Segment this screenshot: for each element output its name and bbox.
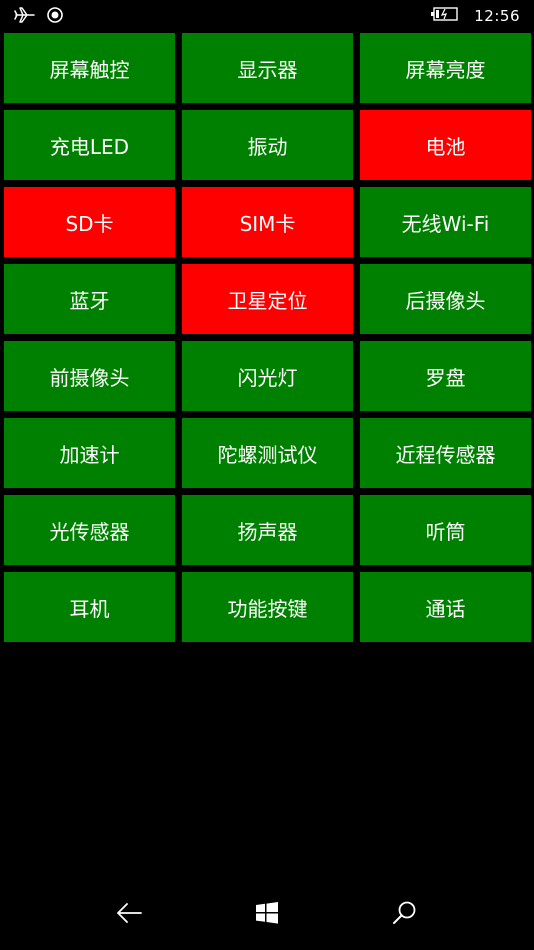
tile-battery[interactable]: 电池 [360, 110, 531, 180]
test-grid: 屏幕触控 显示器 屏幕亮度 充电LED 振动 电池 SD卡 SIM卡 无线Wi-… [4, 33, 532, 642]
tile-sd-card[interactable]: SD卡 [4, 187, 175, 257]
back-icon [115, 901, 143, 929]
tile-speaker[interactable]: 扬声器 [182, 495, 353, 565]
status-left-icons [14, 6, 64, 28]
status-bar: 12:56 [0, 0, 534, 30]
tile-display[interactable]: 显示器 [182, 33, 353, 103]
tile-screen-brightness[interactable]: 屏幕亮度 [360, 33, 531, 103]
tile-proximity-sensor[interactable]: 近程传感器 [360, 418, 531, 488]
tile-function-keys[interactable]: 功能按键 [182, 572, 353, 642]
tile-headphones[interactable]: 耳机 [4, 572, 175, 642]
navigation-bar [0, 890, 534, 950]
windows-start-icon [255, 901, 279, 929]
tile-light-sensor[interactable]: 光传感器 [4, 495, 175, 565]
status-right: 12:56 [430, 5, 520, 27]
tile-rear-camera[interactable]: 后摄像头 [360, 264, 531, 334]
back-button[interactable] [104, 895, 154, 935]
location-icon [46, 6, 64, 28]
tile-gps[interactable]: 卫星定位 [182, 264, 353, 334]
tile-compass[interactable]: 罗盘 [360, 341, 531, 411]
battery-charging-icon [430, 5, 460, 27]
search-icon [392, 900, 418, 930]
tile-bluetooth[interactable]: 蓝牙 [4, 264, 175, 334]
status-time: 12:56 [474, 7, 520, 25]
tile-wifi[interactable]: 无线Wi-Fi [360, 187, 531, 257]
start-button[interactable] [242, 895, 292, 935]
tile-earpiece[interactable]: 听筒 [360, 495, 531, 565]
tile-flashlight[interactable]: 闪光灯 [182, 341, 353, 411]
tile-gyroscope[interactable]: 陀螺测试仪 [182, 418, 353, 488]
search-button[interactable] [380, 895, 430, 935]
tile-sim-card[interactable]: SIM卡 [182, 187, 353, 257]
tile-vibration[interactable]: 振动 [182, 110, 353, 180]
tile-touch-screen[interactable]: 屏幕触控 [4, 33, 175, 103]
tile-charging-led[interactable]: 充电LED [4, 110, 175, 180]
tile-accelerometer[interactable]: 加速计 [4, 418, 175, 488]
tile-call[interactable]: 通话 [360, 572, 531, 642]
tile-front-camera[interactable]: 前摄像头 [4, 341, 175, 411]
airplane-icon [14, 6, 36, 28]
